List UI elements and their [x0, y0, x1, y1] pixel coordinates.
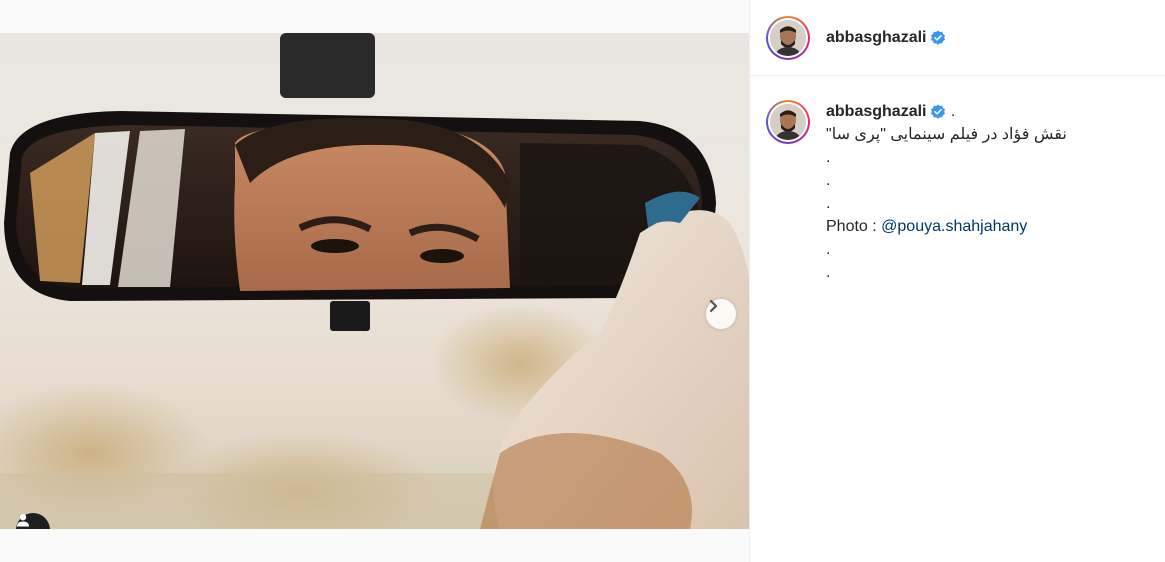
photo-illustration: [0, 33, 749, 529]
post-header: abbasghazali: [750, 0, 1165, 76]
caption-text: abbasghazali . "نقش فؤاد در فیلم سینمایی…: [826, 100, 1067, 284]
next-image-button[interactable]: [706, 299, 736, 329]
photo-credit-line: Photo : @pouya.shahjahany: [826, 215, 1067, 238]
post-image[interactable]: [0, 33, 749, 529]
post-sidebar: abbasghazali abbasghazali . "نقش فؤاد در…: [749, 0, 1165, 562]
verified-badge-icon: [930, 30, 946, 46]
avatar: [770, 19, 806, 56]
caption-line: .: [826, 172, 831, 189]
caption-avatar: [770, 104, 806, 140]
caption-line: .: [826, 264, 831, 281]
caption-story-ring[interactable]: [766, 100, 810, 144]
verified-badge-icon: [930, 104, 946, 120]
caption-block: abbasghazali . "نقش فؤاد در فیلم سینمایی…: [750, 76, 1165, 284]
caption-username[interactable]: abbasghazali: [826, 100, 926, 123]
photographer-mention-link[interactable]: @pouya.shahjahany: [881, 218, 1027, 235]
caption-after-name: .: [946, 103, 956, 120]
caption-line: .: [826, 149, 831, 166]
story-ring[interactable]: [766, 15, 810, 60]
caption-line: "نقش فؤاد در فیلم سینمایی "پری سا: [826, 126, 1067, 143]
caption-line: .: [826, 195, 831, 212]
header-username[interactable]: abbasghazali: [826, 29, 926, 47]
photo-credit-prefix: Photo :: [826, 218, 882, 235]
caption-line: .: [826, 241, 831, 258]
